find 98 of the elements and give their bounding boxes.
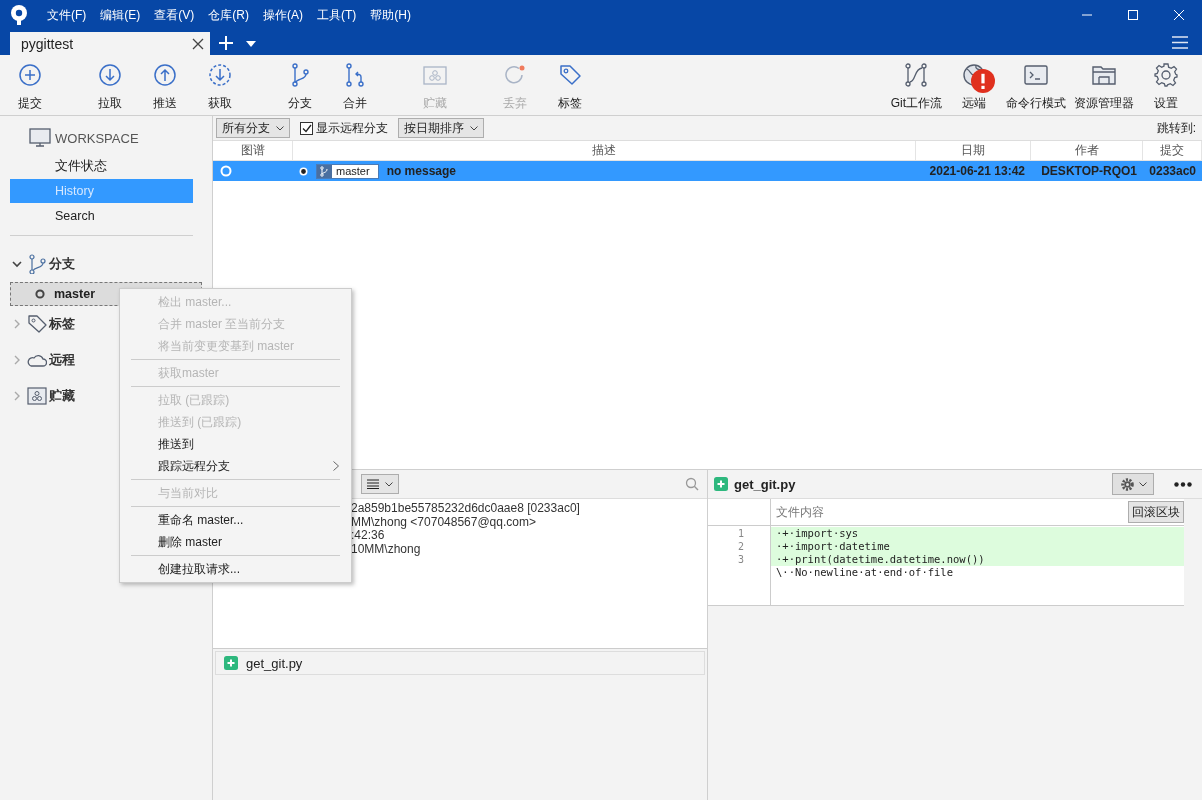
workflow-icon (904, 63, 929, 87)
menu-item[interactable]: 工具(T) (310, 6, 364, 24)
menu-item[interactable]: 帮助(H) (363, 6, 418, 24)
terminal-icon (1024, 63, 1048, 87)
commit-detail: 10MM\zhong (351, 542, 422, 556)
toolbar-button[interactable]: 拉取 (83, 55, 137, 115)
column-header[interactable]: 描述 (293, 141, 916, 160)
chevron-down-icon (470, 125, 478, 131)
tag-icon (27, 314, 47, 334)
branch-dropdown[interactable]: 所有分支 (216, 118, 290, 138)
added-file-icon (714, 477, 728, 491)
line-number: 3 (736, 553, 745, 566)
toolbar-button[interactable]: 推送 (138, 55, 192, 115)
settings-icon (1154, 63, 1178, 87)
toolbar-button[interactable]: 资源管理器 (1070, 55, 1138, 115)
app-logo (8, 4, 30, 26)
close-icon[interactable] (192, 37, 204, 50)
commit-message: no message (386, 164, 456, 178)
menu-item[interactable]: 操作(A) (256, 6, 310, 24)
menu-item[interactable]: 创建拉取请求... (120, 558, 351, 580)
list-icon (367, 479, 379, 489)
chevron-down-icon (1138, 481, 1147, 487)
code-line: \··No·newline·at·end·of·file (775, 566, 954, 579)
file-row[interactable]: get_git.py (215, 651, 705, 675)
menu-item[interactable]: 删除 master (120, 531, 351, 553)
menu-icon[interactable] (1172, 36, 1188, 49)
toolbar-button[interactable]: 分支 (273, 55, 327, 115)
branch-icon (27, 254, 47, 274)
toolbar-button[interactable]: 获取 (193, 55, 247, 115)
line-number: 2 (736, 540, 745, 553)
table-cell-text: 2021-06-21 13:42 (928, 163, 1026, 180)
commit-row[interactable]: master no message 2021-06-21 13:42 DESKTOP-RQO1 0233ac0 (213, 161, 1202, 181)
column-header[interactable]: 日期 (916, 141, 1031, 160)
branch-label: master (316, 163, 379, 179)
commit-dot-icon (299, 166, 308, 176)
section-heading[interactable]: 分支 (49, 255, 75, 273)
toolbar-button[interactable]: 设置 (1138, 55, 1194, 115)
caret-icon[interactable] (246, 41, 256, 47)
monitor-icon (29, 128, 51, 148)
section-heading[interactable]: 标签 (49, 315, 75, 333)
checkbox[interactable] (300, 121, 313, 135)
table-cell-text: DESKTOP-RQO1 (1040, 163, 1138, 180)
view-dropdown[interactable] (361, 474, 399, 494)
menu-item[interactable]: 查看(V) (147, 6, 202, 24)
column-header[interactable]: 作者 (1031, 141, 1143, 160)
settings-dropdown[interactable] (1112, 473, 1154, 495)
merge-icon (343, 63, 367, 87)
added-file-icon (224, 656, 238, 670)
commit-detail: :42:36 (351, 529, 385, 543)
menu-item[interactable]: 重命名 master... (120, 509, 351, 531)
chevron-down-icon (385, 481, 393, 487)
toolbar-button[interactable]: 合并 (328, 55, 382, 115)
more-icon[interactable] (1174, 481, 1192, 487)
toolbar-button[interactable]: Git工作流 (886, 55, 946, 115)
sort-dropdown[interactable]: 按日期排序 (398, 118, 484, 138)
line-number: 1 (736, 527, 745, 540)
repo-tab[interactable]: pygittest (10, 32, 210, 55)
search-icon[interactable] (685, 477, 699, 491)
file-name: get_git.py (734, 476, 796, 492)
add-tab-icon[interactable] (218, 35, 234, 51)
workspace-heading: WORKSPACE (55, 130, 139, 146)
menu-item[interactable]: 跟踪远程分支 (120, 455, 351, 477)
folder-icon (1092, 63, 1116, 87)
sidebar-item[interactable]: Search (10, 204, 193, 228)
menu-item[interactable]: 编辑(E) (93, 6, 148, 24)
stash-icon (27, 386, 47, 406)
toolbar-button[interactable]: 远端 (946, 55, 1002, 115)
column-header[interactable]: 图谱 (213, 141, 293, 160)
push-icon (153, 63, 177, 87)
menu-item[interactable]: 仓库(R) (201, 6, 256, 24)
toolbar-button[interactable]: 提交 (3, 55, 57, 115)
chevron-down-icon (276, 125, 284, 131)
sidebar-item[interactable]: 文件状态 (10, 154, 193, 178)
hunk-header: 文件内容 (776, 503, 824, 521)
fetch-icon (208, 63, 232, 87)
checkbox-label: 显示远程分支 (316, 119, 388, 137)
toolbar-button[interactable]: 标签 (543, 55, 597, 115)
section-heading[interactable]: 贮藏 (49, 387, 75, 405)
chevron-down-icon[interactable] (12, 259, 22, 269)
menu-item[interactable]: 文件(F) (40, 6, 94, 24)
pull-icon (98, 63, 122, 87)
stash-icon (423, 63, 447, 87)
menu-item[interactable]: 推送到 (120, 433, 351, 455)
commit-detail: 2a859b1be55785232d6dc0aae8 [0233ac0] (351, 502, 581, 516)
ring-icon (35, 289, 45, 299)
section-heading[interactable]: 远程 (49, 351, 75, 369)
table-cell-text: 0233ac0 (1148, 163, 1197, 180)
tag-icon (558, 63, 582, 87)
column-header[interactable]: 提交 (1143, 141, 1202, 160)
jump-label: 跳转到: (1156, 119, 1196, 137)
commit-icon (18, 63, 42, 87)
maximize-icon[interactable] (1126, 9, 1140, 21)
settings-icon (1119, 476, 1135, 492)
revert-hunk-button[interactable]: 回滚区块 (1128, 501, 1184, 523)
commit-detail: MM\zhong <707048567@qq.com> (351, 515, 536, 529)
branch-icon (317, 164, 332, 178)
toolbar-button[interactable]: 命令行模式 (1002, 55, 1070, 115)
graph-node-icon (220, 165, 232, 177)
